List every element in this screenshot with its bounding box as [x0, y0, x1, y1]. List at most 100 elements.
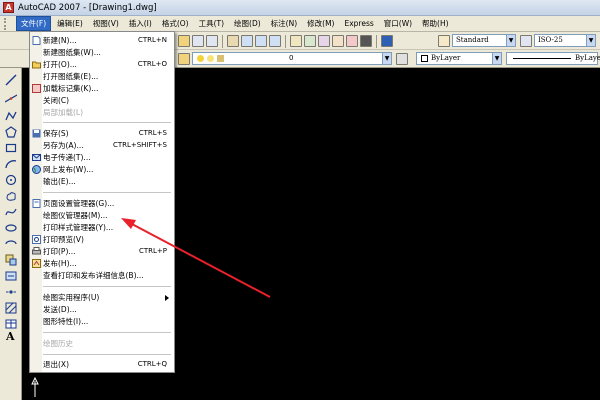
hatch-icon[interactable]: [5, 302, 17, 314]
menu-item-new[interactable]: 新建(N)... CTRL+N: [30, 35, 175, 46]
menu-item-plot[interactable]: 打印(P)... CTRL+P: [30, 246, 175, 257]
zoom-window-icon[interactable]: [255, 35, 267, 47]
help-icon[interactable]: [381, 35, 393, 47]
redo-icon[interactable]: [206, 35, 218, 47]
menu-item-plot-preview[interactable]: 打印预览(V): [30, 234, 175, 245]
make-current-layer-icon[interactable]: [396, 53, 408, 65]
color-value: ByLayer: [431, 54, 461, 62]
menu-item-save[interactable]: 保存(S) CTRL+S: [30, 128, 175, 139]
design-center-icon[interactable]: [304, 35, 316, 47]
zoom-previous-icon[interactable]: [269, 35, 281, 47]
xline-icon[interactable]: [5, 92, 17, 104]
menu-item-open[interactable]: 打开(O)... CTRL+O: [30, 59, 175, 70]
menu-format[interactable]: 格式(O): [158, 17, 193, 30]
menu-item-plot-style-manager[interactable]: 打印样式管理器(Y)...: [30, 222, 175, 233]
menu-item-plot-publish-details[interactable]: 查看打印和发布详细信息(B)...: [30, 270, 175, 281]
tool-palettes-icon[interactable]: [318, 35, 330, 47]
menu-grip-handle[interactable]: [4, 17, 10, 30]
circle-icon[interactable]: [5, 174, 17, 186]
print-preview-icon: [32, 235, 41, 244]
markup-set-icon[interactable]: [346, 35, 358, 47]
menu-item-open-sheet-set[interactable]: 打开图纸集(E)...: [30, 71, 175, 82]
save-disk-icon: [32, 129, 41, 138]
pan-icon[interactable]: [227, 35, 239, 47]
menu-edit[interactable]: 编辑(E): [53, 17, 87, 30]
menu-item-close[interactable]: 关闭(C): [30, 95, 175, 106]
menu-item-drawing-history: 绘图历史: [43, 339, 73, 348]
line-icon[interactable]: [5, 74, 17, 86]
window-title: AutoCAD 2007 - [Drawing1.dwg]: [18, 2, 157, 13]
multiline-text-icon[interactable]: A: [6, 330, 15, 343]
dim-style-select[interactable]: ISO-25 ▼: [534, 34, 596, 47]
dim-style-icon[interactable]: [520, 35, 532, 47]
linetype-select[interactable]: ByLayer: [506, 52, 600, 65]
chevron-down-icon[interactable]: ▼: [382, 53, 391, 64]
menu-item-export[interactable]: 输出(E)...: [30, 176, 175, 187]
menu-help[interactable]: 帮助(H): [418, 17, 453, 30]
menu-item-plotter-manager[interactable]: 绘图仪管理器(M)...: [30, 210, 175, 221]
menu-item-new-sheet-set[interactable]: 新建图纸集(W)...: [30, 47, 175, 58]
point-icon[interactable]: [5, 286, 17, 298]
polygon-icon[interactable]: [5, 126, 17, 138]
menu-item-publish-web[interactable]: 网上发布(W)...: [30, 164, 175, 175]
spline-icon[interactable]: [5, 206, 17, 218]
match-properties-icon[interactable]: [178, 35, 190, 47]
text-style-icon[interactable]: [438, 35, 450, 47]
menu-tools[interactable]: 工具(T): [195, 17, 228, 30]
properties-icon[interactable]: [290, 35, 302, 47]
menu-draw[interactable]: 绘图(D): [230, 17, 265, 30]
menu-modify[interactable]: 修改(M): [303, 17, 338, 30]
menu-express[interactable]: Express: [340, 18, 377, 29]
quickcalc-icon[interactable]: [360, 35, 372, 47]
ellipse-arc-icon[interactable]: [5, 238, 17, 250]
polyline-icon[interactable]: [5, 110, 17, 122]
linetype-value: ByLayer: [575, 54, 600, 62]
menu-item-send[interactable]: 发送(D)...: [30, 304, 175, 315]
chevron-down-icon[interactable]: ▼: [492, 53, 501, 64]
menu-item-page-setup[interactable]: 页面设置管理器(G)...: [30, 198, 175, 209]
print-icon: [32, 247, 41, 255]
table-icon[interactable]: [5, 318, 17, 330]
undo-icon[interactable]: [192, 35, 204, 47]
menu-item-partial-load: 局部加载(L): [43, 108, 84, 117]
menu-separator: [43, 122, 171, 123]
layer-manager-icon[interactable]: [178, 53, 190, 65]
menu-view[interactable]: 视图(V): [89, 17, 123, 30]
color-swatch: [421, 55, 428, 62]
etransmit-icon: [32, 154, 41, 161]
sheet-set-icon[interactable]: [332, 35, 344, 47]
menu-insert[interactable]: 插入(I): [125, 17, 156, 30]
menu-item-drawing-utilities[interactable]: 绘图实用程序(U): [30, 292, 175, 303]
menu-file[interactable]: 文件(F): [16, 16, 52, 31]
layer-freeze-icon: [207, 55, 214, 62]
new-file-icon: [32, 36, 41, 45]
menu-item-etransmit[interactable]: 电子传递(T)...: [30, 152, 175, 163]
menu-item-load-markup[interactable]: 加载标记集(K)...: [30, 83, 175, 94]
menu-item-exit[interactable]: 退出(X) CTRL+Q: [30, 359, 175, 370]
insert-block-icon[interactable]: [5, 254, 17, 266]
file-menu-dropdown: 新建(N)... CTRL+N 新建图纸集(W)... 打开(O)... CTR…: [29, 31, 175, 373]
ellipse-icon[interactable]: [5, 222, 17, 234]
menu-separator: [43, 354, 171, 355]
toolbar-divider: [285, 35, 286, 48]
menu-item-publish[interactable]: 发布(H)...: [30, 258, 175, 269]
arc-icon[interactable]: [5, 158, 17, 170]
autocad-logo-icon[interactable]: A: [3, 2, 14, 13]
menu-separator: [43, 286, 171, 287]
menu-dimension[interactable]: 标注(N): [267, 17, 301, 30]
make-block-icon[interactable]: [5, 270, 17, 282]
revision-cloud-icon[interactable]: [5, 190, 17, 202]
text-style-select[interactable]: Standard ▼: [452, 34, 516, 47]
chevron-down-icon[interactable]: ▼: [506, 35, 515, 46]
menu-item-save-as[interactable]: 另存为(A)... CTRL+SHIFT+S: [30, 140, 175, 151]
chevron-down-icon[interactable]: ▼: [586, 35, 595, 46]
layer-select[interactable]: 0 ▼: [192, 52, 392, 65]
rectangle-icon[interactable]: [5, 142, 17, 154]
menu-item-drawing-properties[interactable]: 图形特性(I)...: [30, 316, 175, 327]
markup-icon: [32, 84, 41, 93]
color-select[interactable]: ByLayer ▼: [416, 52, 502, 65]
publish-icon: [32, 259, 41, 268]
menu-window[interactable]: 窗口(W): [380, 17, 416, 30]
current-layer-value: 0: [289, 54, 294, 62]
zoom-realtime-icon[interactable]: [241, 35, 253, 47]
